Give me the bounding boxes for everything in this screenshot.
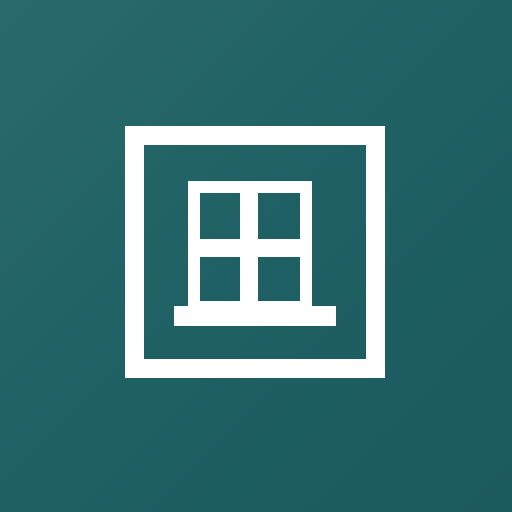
window-pane-top-right	[246, 181, 312, 251]
window-sill	[174, 306, 336, 326]
app-icon-tile[interactable]	[0, 0, 512, 512]
window-pane-top-left	[188, 181, 252, 251]
window-icon	[125, 126, 385, 378]
window-pane-bottom-left	[188, 245, 252, 313]
window-pane-bottom-right	[246, 245, 312, 313]
